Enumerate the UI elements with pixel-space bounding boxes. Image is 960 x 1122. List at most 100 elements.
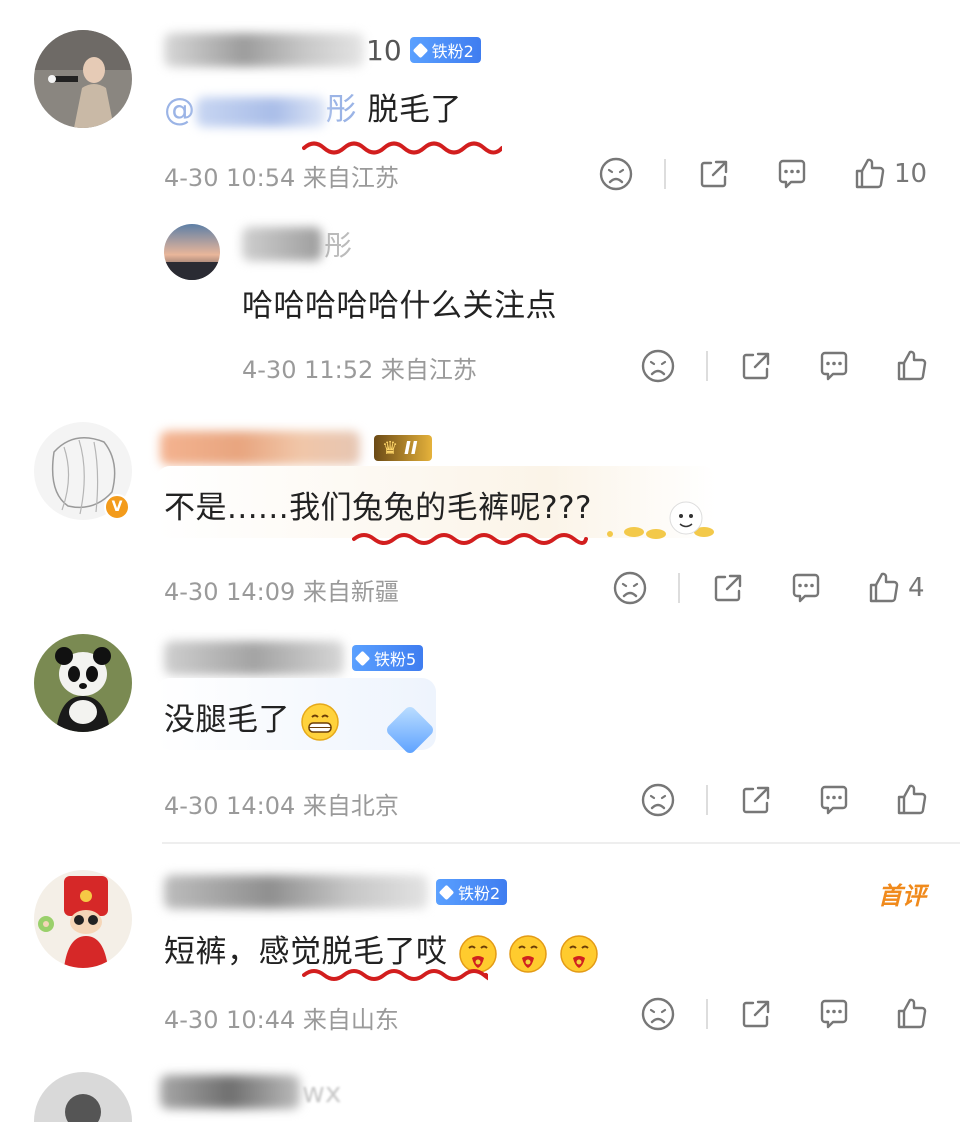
fan-badge-label: 铁粉5 — [374, 650, 417, 669]
thumbs-up-icon — [852, 156, 888, 192]
blurred-username[interactable] — [160, 1075, 300, 1109]
money-mouth-emoji-icon — [509, 934, 547, 973]
comment-icon[interactable] — [816, 996, 852, 1032]
divider — [162, 842, 960, 844]
timestamp: 4-30 10:44 — [164, 1006, 296, 1034]
comment-meta: 4-30 11:52 来自江苏 — [242, 350, 477, 385]
divider-bar — [664, 159, 666, 189]
sad-face-icon[interactable] — [640, 782, 676, 818]
comment-3: V ♛ II 不是......我们兔兔的毛裤呢??? 4-30 14:09 来自新… — [0, 410, 960, 620]
crown-icon: ♛ — [382, 437, 399, 459]
diamond-icon — [354, 650, 371, 666]
blurred-mention — [195, 96, 326, 127]
level-badge: ♛ II — [374, 435, 432, 461]
comment-icon[interactable] — [774, 156, 810, 192]
comment-body: 没腿毛了 — [164, 702, 290, 738]
timestamp: 4-30 10:54 — [164, 164, 296, 192]
divider-bar — [706, 351, 708, 381]
blurred-username[interactable] — [164, 33, 364, 67]
timestamp: 4-30 11:52 — [242, 356, 374, 384]
timestamp: 4-30 14:09 — [164, 578, 296, 606]
comment-4: 铁粉5 没腿毛了 4-30 14:04 来自北京 — [0, 620, 960, 835]
action-bar: 4 — [612, 568, 925, 608]
share-icon[interactable] — [710, 570, 746, 606]
fan-badge: 铁粉5 — [352, 645, 424, 671]
fan-badge-label: 铁粉2 — [458, 884, 501, 903]
share-icon[interactable] — [738, 996, 774, 1032]
action-bar — [640, 994, 930, 1034]
avatar[interactable] — [164, 224, 220, 280]
grinning-emoji-icon — [301, 702, 340, 741]
mention-tail: 彤 — [325, 92, 357, 128]
blurred-username[interactable] — [164, 641, 344, 675]
blurred-username[interactable] — [164, 875, 428, 909]
blurred-username[interactable] — [160, 431, 360, 465]
comment-icon[interactable] — [816, 348, 852, 384]
like-count: 10 — [894, 159, 928, 189]
divider-bar — [706, 785, 708, 815]
username-suffix: 10 — [366, 33, 402, 67]
action-bar: 10 — [598, 154, 927, 194]
comment-meta: 4-30 14:09 来自新疆 — [164, 572, 399, 607]
comment-text: 没腿毛了 — [164, 694, 340, 742]
comment-5: 铁粉2 首评 短裤，感觉脱毛了哎 4-30 10:44 来自山东 — [0, 850, 960, 1060]
divider-bar — [706, 999, 708, 1029]
location: 来自江苏 — [302, 164, 399, 192]
avatar[interactable] — [34, 1072, 132, 1122]
mention-at: @ — [164, 92, 196, 128]
blurred-username[interactable] — [242, 227, 322, 261]
thumbs-up-icon — [894, 782, 930, 818]
location: 来自山东 — [302, 1006, 399, 1034]
username-row: ♛ II — [160, 426, 432, 470]
avatar[interactable] — [34, 870, 132, 968]
gold-coins-decoration — [604, 494, 724, 544]
comment-icon[interactable] — [816, 782, 852, 818]
comment-icon[interactable] — [788, 570, 824, 606]
mention-link[interactable]: @ 彤 — [164, 92, 357, 128]
username-suffix: 彤 — [324, 229, 353, 262]
location: 来自新疆 — [302, 578, 399, 606]
like-button[interactable]: 4 — [866, 570, 925, 606]
location: 来自北京 — [302, 792, 399, 820]
username-row: wx — [160, 1070, 341, 1114]
red-squiggle-underline — [352, 533, 588, 545]
sad-face-icon[interactable] — [640, 996, 676, 1032]
comment-body: 脱毛了 — [367, 92, 462, 128]
comment-6-partial: wx — [0, 1060, 960, 1122]
red-squiggle-underline — [302, 969, 488, 981]
thumbs-up-icon — [894, 348, 930, 384]
avatar[interactable] — [34, 634, 132, 732]
share-icon[interactable] — [738, 782, 774, 818]
verified-badge: V — [104, 494, 130, 520]
timestamp: 4-30 14:04 — [164, 792, 296, 820]
like-button[interactable] — [894, 782, 930, 818]
level-badge-label: II — [404, 437, 418, 459]
sad-face-icon[interactable] — [612, 570, 648, 606]
diamond-icon — [412, 42, 428, 58]
divider-bar — [678, 573, 680, 603]
comment-text: @ 彤 脱毛了 — [164, 84, 462, 129]
comment-meta: 4-30 14:04 来自北京 — [164, 786, 399, 821]
username-row: 10 铁粉2 — [164, 28, 481, 72]
sad-face-icon[interactable] — [598, 156, 634, 192]
sad-face-icon[interactable] — [640, 348, 676, 384]
like-button[interactable] — [894, 348, 930, 384]
fan-badge: 铁粉2 — [436, 879, 508, 905]
comment-text: 不是......我们兔兔的毛裤呢??? — [164, 490, 592, 526]
thumbs-up-icon — [894, 996, 930, 1032]
comment-1: 10 铁粉2 @ 彤 脱毛了 4-30 10:54 来自江苏 10 — [0, 0, 960, 210]
share-icon[interactable] — [738, 348, 774, 384]
share-icon[interactable] — [696, 156, 732, 192]
username-row: 铁粉5 — [164, 636, 424, 680]
comment-body: 短裤，感觉脱毛了哎 — [164, 934, 448, 970]
diamond-icon — [438, 884, 455, 900]
action-bar — [640, 780, 930, 820]
like-button[interactable] — [894, 996, 930, 1032]
fan-badge: 铁粉2 — [409, 37, 481, 63]
reply-comment: 彤 哈哈哈哈哈什么关注点 4-30 11:52 来自江苏 — [0, 210, 960, 400]
like-button[interactable]: 10 — [852, 156, 927, 192]
username-row: 彤 — [242, 222, 352, 266]
action-bar — [640, 346, 930, 386]
avatar[interactable] — [34, 30, 132, 128]
comment-text: 哈哈哈哈哈什么关注点 — [242, 288, 557, 324]
